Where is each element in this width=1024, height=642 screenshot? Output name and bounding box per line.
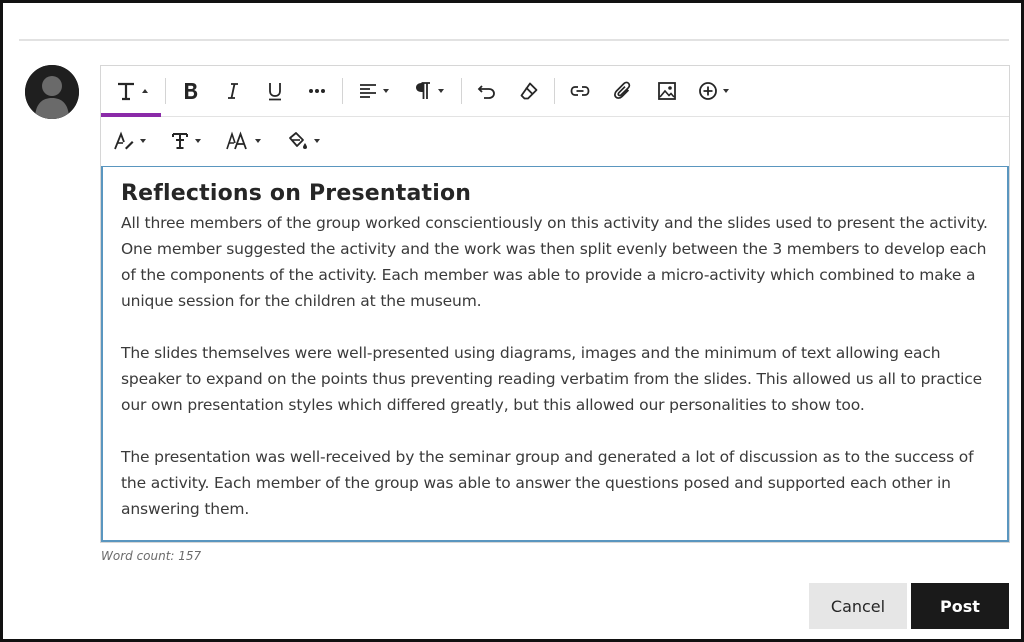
- attachment-icon: [614, 81, 631, 99]
- clear-formatting-icon: [520, 82, 538, 100]
- font-size-button[interactable]: [213, 117, 273, 165]
- content-paragraph: The slides themselves were well-presente…: [121, 344, 983, 414]
- undo-button[interactable]: [466, 66, 508, 116]
- caret-down-icon: [382, 89, 389, 93]
- link-icon: [570, 86, 590, 96]
- bold-button[interactable]: [170, 66, 212, 116]
- content-paragraph: All three members of the group worked co…: [121, 214, 988, 310]
- link-button[interactable]: [559, 66, 601, 116]
- caret-down-icon: [313, 139, 320, 143]
- insert-icon: [698, 82, 717, 100]
- underline-icon: [269, 83, 281, 101]
- text-style-button[interactable]: [101, 66, 161, 117]
- avatar: [25, 65, 79, 119]
- italic-button[interactable]: [212, 66, 254, 116]
- align-icon: [359, 84, 376, 98]
- caret-up-icon: [141, 89, 148, 93]
- highlight-icon: [288, 132, 307, 149]
- toolbar-row-formatting: [101, 66, 1009, 117]
- highlight-button[interactable]: [273, 117, 333, 165]
- more-icon: [309, 89, 325, 93]
- insert-content-button[interactable]: [689, 66, 737, 116]
- post-button[interactable]: Post: [911, 583, 1009, 629]
- more-formatting-button[interactable]: [296, 66, 338, 116]
- content-heading: Reflections on Presentation: [121, 181, 472, 206]
- caret-down-icon: [194, 139, 201, 143]
- font-family-icon: [171, 133, 188, 149]
- paragraph-button[interactable]: [399, 66, 457, 116]
- caret-down-icon: [254, 139, 261, 143]
- rich-text-editor: Reflections on Presentation All three me…: [100, 65, 1010, 543]
- caret-down-icon: [139, 139, 146, 143]
- content-paragraph: The presentation was well-received by th…: [121, 448, 974, 518]
- font-family-button[interactable]: [157, 117, 213, 165]
- caret-down-icon: [722, 89, 729, 93]
- divider: [19, 39, 1009, 41]
- bold-icon: [185, 83, 198, 99]
- editor-content[interactable]: Reflections on Presentation All three me…: [101, 166, 1009, 542]
- paragraph-icon: [415, 82, 430, 99]
- caret-down-icon: [437, 89, 444, 93]
- text-color-icon: [113, 131, 133, 150]
- user-silhouette-icon: [25, 65, 79, 119]
- toolbar-separator: [554, 78, 555, 104]
- image-icon: [658, 82, 676, 100]
- italic-icon: [228, 83, 238, 99]
- undo-icon: [477, 85, 495, 99]
- cancel-button[interactable]: Cancel: [809, 583, 907, 629]
- toolbar-separator: [342, 78, 343, 104]
- text-color-button[interactable]: [101, 117, 157, 165]
- insert-image-button[interactable]: [645, 66, 689, 116]
- toolbar-separator: [461, 78, 462, 104]
- align-button[interactable]: [347, 66, 399, 116]
- page-frame: Reflections on Presentation All three me…: [0, 0, 1024, 642]
- underline-button[interactable]: [254, 66, 296, 116]
- text-style-icon: [117, 82, 134, 101]
- toolbar-separator: [165, 78, 166, 104]
- toolbar-row-font: [101, 117, 1009, 165]
- attachment-button[interactable]: [601, 66, 645, 116]
- font-size-icon: [225, 131, 247, 150]
- word-count: Word count: 157: [101, 549, 202, 563]
- clear-formatting-button[interactable]: [508, 66, 550, 116]
